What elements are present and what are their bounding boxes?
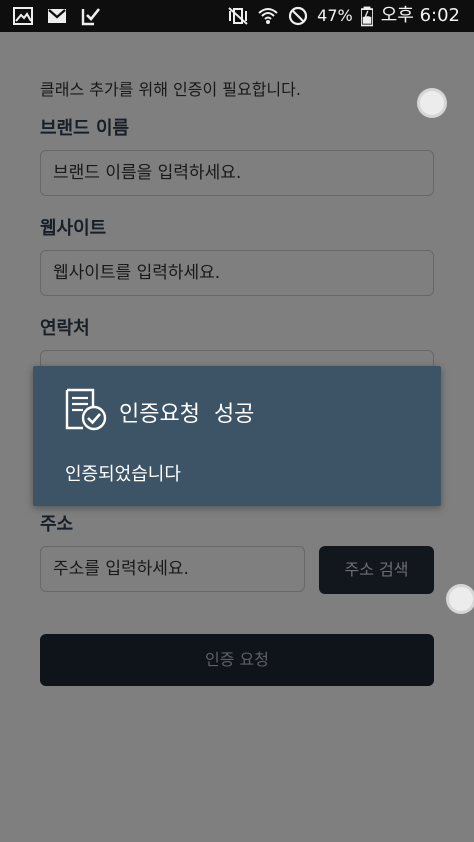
toast-message: 인증되었습니다 xyxy=(65,464,181,485)
gallery-notification-icon xyxy=(13,7,33,25)
vibrate-mute-icon xyxy=(228,7,248,25)
do-not-disturb-icon xyxy=(289,6,308,26)
touch-indicator xyxy=(446,584,474,614)
certificate-check-icon xyxy=(65,388,107,431)
success-toast: 인증요청 성공 인증되었습니다 xyxy=(33,366,441,506)
checklist-notification-icon xyxy=(81,8,101,26)
wifi-icon xyxy=(258,8,278,24)
battery-charging-icon xyxy=(360,6,373,27)
status-bar: 47% 오후 6:02 xyxy=(0,0,474,32)
gmail-notification-icon xyxy=(48,9,66,23)
clock: 오후 6:02 xyxy=(380,5,460,26)
touch-indicator xyxy=(417,88,447,118)
battery-percent: 47% xyxy=(317,6,353,25)
toast-title: 인증요청 성공 xyxy=(119,402,255,427)
